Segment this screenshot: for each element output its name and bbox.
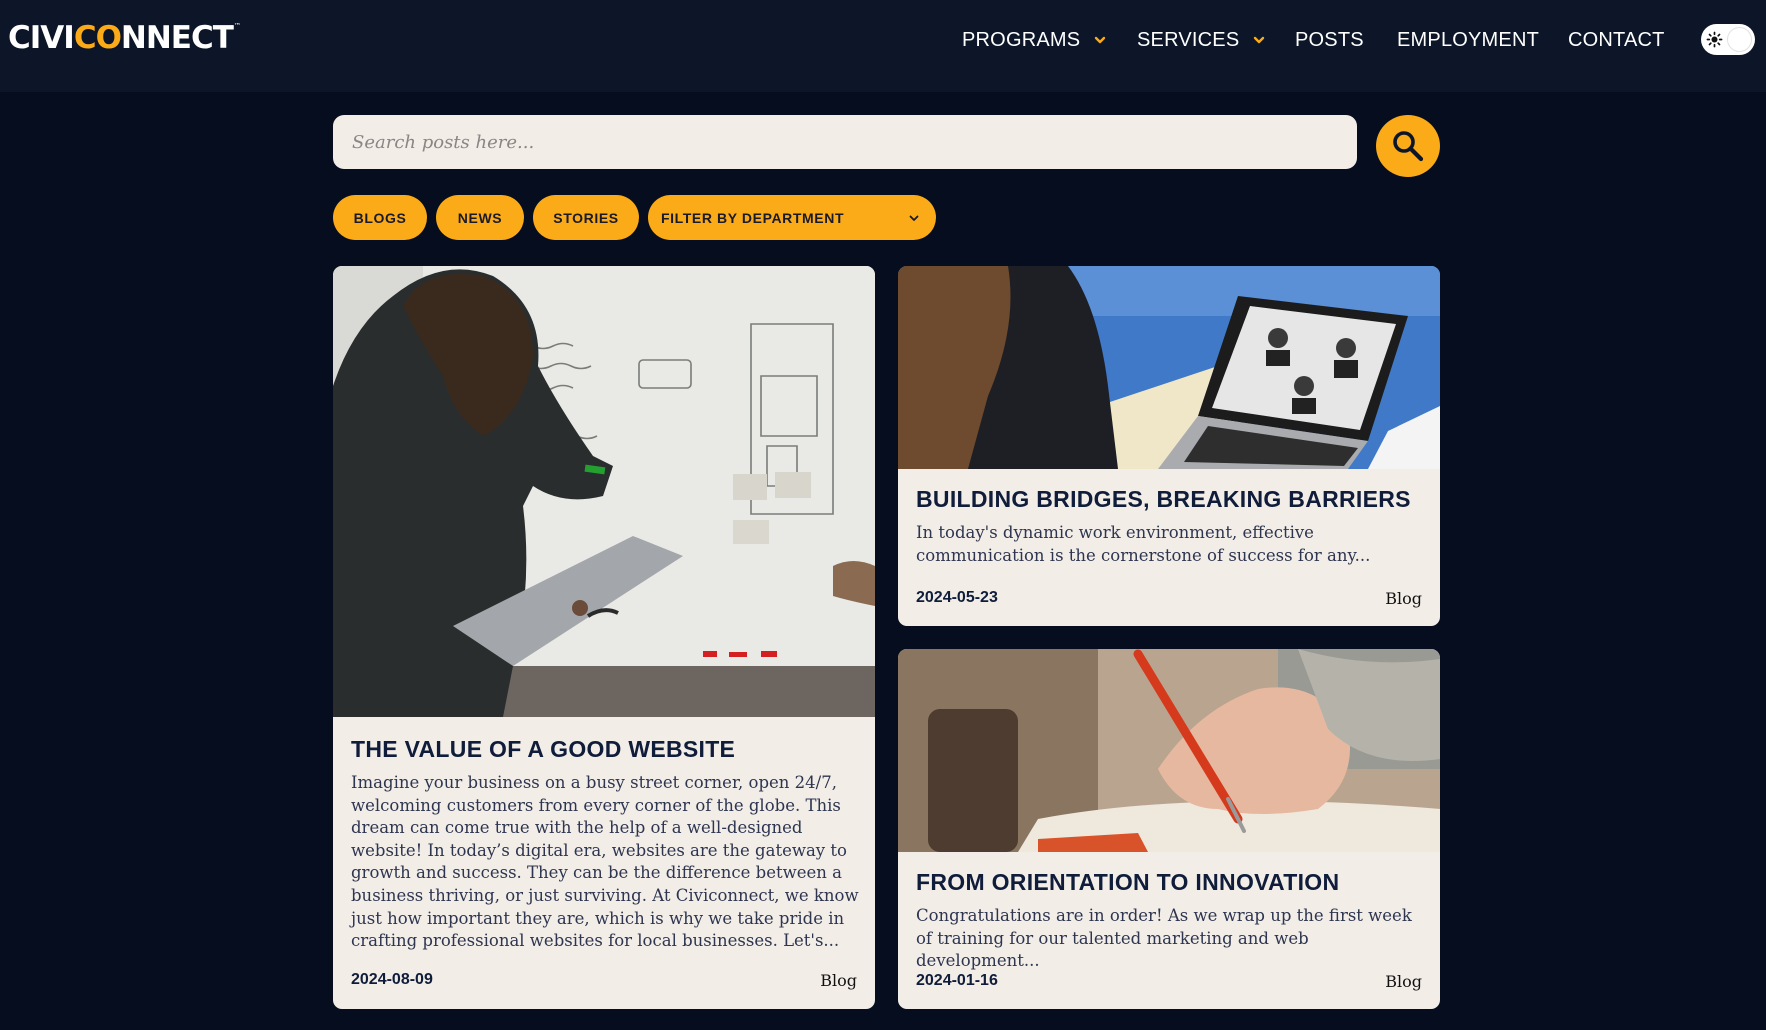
search-input[interactable] bbox=[333, 115, 1357, 169]
nav-posts-label: POSTS bbox=[1295, 28, 1364, 51]
whiteboard-photo bbox=[333, 266, 875, 717]
toggle-knob bbox=[1727, 27, 1752, 52]
nav-services[interactable]: SERVICES bbox=[1137, 28, 1265, 52]
filter-news-button[interactable]: NEWS bbox=[436, 195, 524, 240]
nav-programs[interactable]: PROGRAMS bbox=[962, 28, 1106, 52]
post-card[interactable]: BUILDING BRIDGES, BREAKING BARRIERS In t… bbox=[898, 266, 1440, 626]
chevron-down-icon bbox=[1095, 36, 1106, 44]
post-excerpt: In today's dynamic work environment, eff… bbox=[916, 523, 1371, 565]
post-title[interactable]: FROM ORIENTATION TO INNOVATION bbox=[916, 869, 1426, 896]
post-date: 2024-05-23 bbox=[916, 589, 998, 606]
post-excerpt: Imagine your business on a busy street c… bbox=[351, 773, 859, 951]
filter-stories-button[interactable]: STORIES bbox=[533, 195, 639, 240]
post-image-whiteboard[interactable] bbox=[333, 266, 875, 717]
post-card[interactable]: FROM ORIENTATION TO INNOVATION Congratul… bbox=[898, 649, 1440, 1009]
post-image-video-call[interactable] bbox=[898, 266, 1440, 469]
post-excerpt: Congratulations are in order! As we wrap… bbox=[916, 906, 1412, 971]
nav-contact-label: CONTACT bbox=[1568, 28, 1665, 51]
post-card[interactable]: THE VALUE OF A GOOD WEBSITE Imagine your… bbox=[333, 266, 875, 1009]
nav-employment-label: EMPLOYMENT bbox=[1397, 28, 1540, 51]
post-title[interactable]: THE VALUE OF A GOOD WEBSITE bbox=[351, 736, 861, 763]
department-filter-label: FILTER BY DEPARTMENT bbox=[661, 209, 845, 226]
sun-icon bbox=[1706, 31, 1723, 48]
nav-employment[interactable]: EMPLOYMENT bbox=[1397, 28, 1539, 52]
top-navbar: CIVI CO NNECT ™ PROGRAMS SERVICES POSTS EMP… bbox=[0, 0, 1766, 92]
writing-photo bbox=[898, 649, 1440, 852]
filter-news-label: NEWS bbox=[457, 209, 503, 226]
nav-contact[interactable]: CONTACT bbox=[1568, 28, 1665, 52]
post-type: Blog bbox=[1385, 589, 1422, 608]
department-filter-select[interactable]: FILTER BY DEPARTMENT bbox=[648, 195, 936, 240]
post-date: 2024-01-16 bbox=[916, 972, 998, 989]
logo-text-start: CIVI bbox=[8, 20, 75, 56]
post-date: 2024-08-09 bbox=[351, 971, 433, 988]
filter-stories-label: STORIES bbox=[553, 209, 619, 226]
search-icon bbox=[1393, 131, 1424, 162]
logo-trademark: ™ bbox=[233, 22, 241, 30]
nav-programs-label: PROGRAMS bbox=[962, 28, 1081, 51]
post-type: Blog bbox=[1385, 972, 1422, 991]
logo-text-accent: CO bbox=[73, 20, 122, 56]
filter-blogs-label: BLOGS bbox=[353, 209, 407, 226]
search-button[interactable] bbox=[1376, 115, 1440, 177]
post-image-writing[interactable] bbox=[898, 649, 1440, 852]
video-call-photo bbox=[898, 266, 1440, 469]
post-title[interactable]: BUILDING BRIDGES, BREAKING BARRIERS bbox=[916, 486, 1426, 513]
post-type: Blog bbox=[820, 971, 857, 990]
chevron-down-icon bbox=[1254, 36, 1265, 44]
chevron-down-icon bbox=[909, 215, 919, 221]
filter-blogs-button[interactable]: BLOGS bbox=[333, 195, 427, 240]
theme-toggle[interactable] bbox=[1701, 24, 1755, 55]
nav-services-label: SERVICES bbox=[1137, 28, 1240, 51]
logo-text-end: NNECT bbox=[120, 20, 234, 56]
nav-posts[interactable]: POSTS bbox=[1295, 28, 1364, 52]
civiconnect-logo[interactable]: CIVI CO NNECT ™ bbox=[8, 20, 241, 56]
